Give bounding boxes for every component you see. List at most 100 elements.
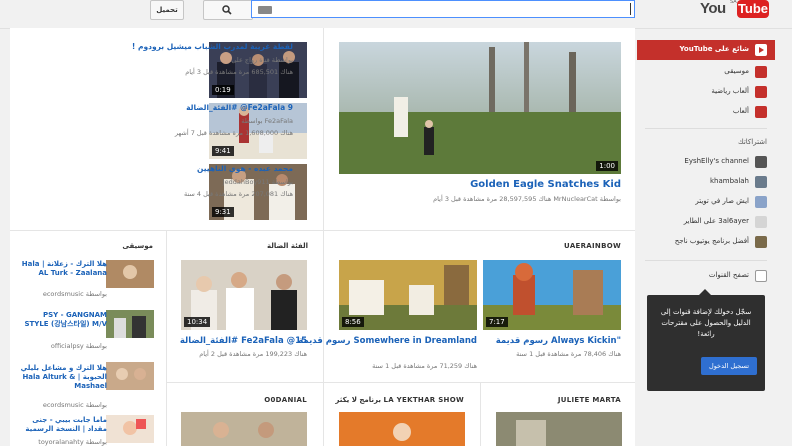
search-input[interactable] bbox=[251, 0, 635, 18]
section-video-thumbnail[interactable] bbox=[339, 412, 465, 446]
channel-avatar-icon bbox=[755, 156, 767, 168]
signin-promo-text: سجّل دخولك لإضافة قنوات إلى الدليل والحص… bbox=[660, 308, 752, 338]
section-title-fe2a[interactable]: الفئة الضالة bbox=[267, 242, 308, 250]
guide-subscription[interactable]: khambalah bbox=[637, 172, 775, 192]
games-icon bbox=[755, 106, 767, 118]
channel-avatar-icon bbox=[755, 216, 767, 228]
signin-promo: سجّل دخولك لإضافة قنوات إلى الدليل والحص… bbox=[647, 289, 765, 391]
section-video-thumbnail[interactable] bbox=[181, 412, 307, 446]
section-title-uaerainbow[interactable]: UAERAINBOW bbox=[564, 242, 621, 250]
music-video-title[interactable]: هلا الترك - زعلانة | Hala AL Turk - Zaal… bbox=[17, 260, 107, 278]
side-video-channel[interactable]: بواسطة JeddahBoy911 bbox=[223, 178, 293, 186]
play-icon bbox=[755, 44, 767, 56]
music-icon bbox=[755, 66, 767, 78]
section-video-thumbnail[interactable]: 7:17 bbox=[483, 260, 621, 330]
side-video-channel[interactable]: Fe2aFala بواسطة bbox=[241, 117, 293, 125]
music-video-thumbnail[interactable] bbox=[106, 310, 154, 338]
music-video-channel[interactable]: بواسطة officialpsy bbox=[51, 342, 107, 350]
thumbnail-image bbox=[106, 260, 154, 288]
featured-video-thumbnail[interactable]: 1:00 bbox=[339, 42, 621, 174]
guide-item-label: ألعاب رياضية bbox=[711, 87, 749, 95]
search-icon bbox=[222, 5, 232, 15]
thumbnail-image bbox=[181, 412, 307, 446]
channel-avatar-icon bbox=[755, 176, 767, 188]
video-duration: 8:56 bbox=[342, 317, 364, 327]
section-video-meta: هناك 78,406 مرة مشاهدة قبل 1 سنة bbox=[516, 350, 621, 358]
music-video-title[interactable]: PSY - GANGNAM STYLE (강남스타일) M/V bbox=[17, 311, 107, 329]
side-video-meta: هناك 685,501 مرة مشاهدة قبل 3 أيام bbox=[185, 68, 293, 76]
guide-item-label: شائع على YouTube bbox=[679, 45, 750, 53]
keyboard-icon[interactable] bbox=[258, 6, 272, 14]
section-video-meta: هناك 71,259 مرة مشاهدة قبل 1 سنة bbox=[372, 362, 477, 370]
video-duration: 7:17 bbox=[486, 317, 508, 327]
signin-button[interactable]: تسجيل الدخول bbox=[701, 357, 757, 375]
music-video-thumbnail[interactable] bbox=[106, 362, 154, 390]
video-duration: 9:31 bbox=[212, 207, 234, 217]
guide-item-label: تصفح القنوات bbox=[708, 271, 749, 279]
music-video-title[interactable]: هلا الترك و مشاعل بليلي الحبوبة | Hala A… bbox=[17, 364, 107, 391]
upload-button[interactable]: تحميل bbox=[150, 0, 184, 20]
section-title-la-yekthar[interactable]: برنامج لا يكثر LA YEKTHAR SHOW bbox=[335, 396, 464, 404]
video-duration: 9:41 bbox=[212, 146, 234, 156]
browse-channels-link[interactable]: تصفح القنوات bbox=[637, 266, 775, 286]
side-video-meta: هناك 1,608,000 مرة مشاهدة قبل 7 أشهر bbox=[174, 129, 293, 137]
section-title-o0danial[interactable]: O0DANIAL bbox=[264, 396, 307, 404]
thumbnail-image bbox=[106, 362, 154, 390]
section-title-music[interactable]: موسيقى bbox=[122, 242, 153, 250]
guide-item-featured[interactable]: شائع على YouTube bbox=[637, 40, 775, 60]
plus-icon bbox=[755, 270, 767, 282]
guide-item-label: EyshElly's channel bbox=[684, 157, 749, 165]
guide-item-sports[interactable]: ألعاب رياضية bbox=[637, 82, 775, 102]
music-video-thumbnail[interactable] bbox=[106, 415, 154, 443]
section-title-juliete[interactable]: JULIETE MARTA bbox=[558, 396, 621, 404]
guide-item-label: ألعاب bbox=[732, 107, 749, 115]
music-video-title[interactable]: ماما جابت بيبي - جنى مقداد | النسخة الرس… bbox=[17, 416, 107, 434]
featured-thumbnail-image bbox=[339, 42, 621, 174]
side-video-title[interactable]: محمد عبده - هوى الناهيين bbox=[197, 164, 293, 173]
music-video-channel[interactable]: بواسطة toyoralanahty bbox=[38, 438, 107, 446]
section-video-meta: هناك 199,223 مرة مشاهدة قبل 2 أيام bbox=[199, 350, 307, 358]
thumbnail-image bbox=[106, 310, 154, 338]
guide-subscription[interactable]: ايش صار في تويتر bbox=[637, 192, 775, 212]
thumbnail-image bbox=[339, 412, 465, 446]
section-video-thumbnail[interactable]: 8:56 bbox=[339, 260, 477, 330]
side-video-meta: هناك 207,081 مرة مشاهدة قبل 4 سنة bbox=[183, 190, 293, 198]
side-video-channel[interactable]: بواسطة قناة رواج على bbox=[231, 56, 293, 64]
guide-item-label: 3al6ayer على الطاير bbox=[683, 217, 749, 225]
logo-tube: Tube bbox=[737, 0, 769, 18]
text-caret bbox=[630, 3, 631, 15]
side-video-title[interactable]: لقطة غريبة لمدرب الشباب ميشيل برودوم ! bbox=[132, 42, 293, 51]
thumbnail-image bbox=[496, 412, 622, 446]
section-video-title[interactable]: 15@ Fe2aFala #الفئة_الضالة bbox=[180, 336, 307, 346]
search-button[interactable] bbox=[203, 0, 253, 20]
music-video-thumbnail[interactable] bbox=[106, 260, 154, 288]
featured-video-title[interactable]: Golden Eagle Snatches Kid bbox=[470, 179, 621, 190]
side-video-title[interactable]: Fe2aFala 9@ #الفئة_الضالة bbox=[186, 103, 293, 112]
guide-subscription[interactable]: أفضل برنامج يوتيوب ناجح bbox=[637, 232, 775, 252]
guide-item-label: أفضل برنامج يوتيوب ناجح bbox=[674, 237, 749, 245]
channel-avatar-icon bbox=[755, 236, 767, 248]
guide-subscription[interactable]: 3al6ayer على الطاير bbox=[637, 212, 775, 232]
section-video-thumbnail[interactable]: 10:34 bbox=[181, 260, 307, 330]
thumbnail-image bbox=[106, 415, 154, 443]
section-video-title[interactable]: "Always Kickin رسوم قديمة bbox=[496, 336, 621, 346]
video-duration: 0:19 bbox=[212, 85, 234, 95]
featured-video-meta: بواسطة MrNuclearCat هناك 28,597,595 مرة … bbox=[433, 195, 621, 203]
guide-item-label: ايش صار في تويتر bbox=[695, 197, 749, 205]
section-video-title[interactable]: Somewhere in Dreamland رسوم قديمة bbox=[298, 336, 477, 346]
guide-item-label: موسيقى bbox=[724, 67, 749, 75]
guide-subscription[interactable]: EyshElly's channel bbox=[637, 152, 775, 172]
video-duration: 1:00 bbox=[596, 161, 618, 171]
masthead: تحميل SA You Tube bbox=[0, 0, 792, 29]
video-duration: 10:34 bbox=[184, 317, 211, 327]
main-feed: 1:00 Golden Eagle Snatches Kid بواسطة Mr… bbox=[10, 28, 635, 446]
guide-item-games[interactable]: ألعاب bbox=[637, 102, 775, 122]
guide-item-music[interactable]: موسيقى bbox=[637, 62, 775, 82]
music-video-channel[interactable]: بواسطة ecordsmusic bbox=[43, 401, 107, 409]
logo-you: You bbox=[700, 0, 726, 17]
sports-icon bbox=[755, 86, 767, 98]
channel-avatar-icon bbox=[755, 196, 767, 208]
section-video-thumbnail[interactable] bbox=[496, 412, 622, 446]
subscriptions-heading: اشتراكاتك bbox=[737, 138, 767, 146]
music-video-channel[interactable]: بواسطة ecordsmusic bbox=[43, 290, 107, 298]
